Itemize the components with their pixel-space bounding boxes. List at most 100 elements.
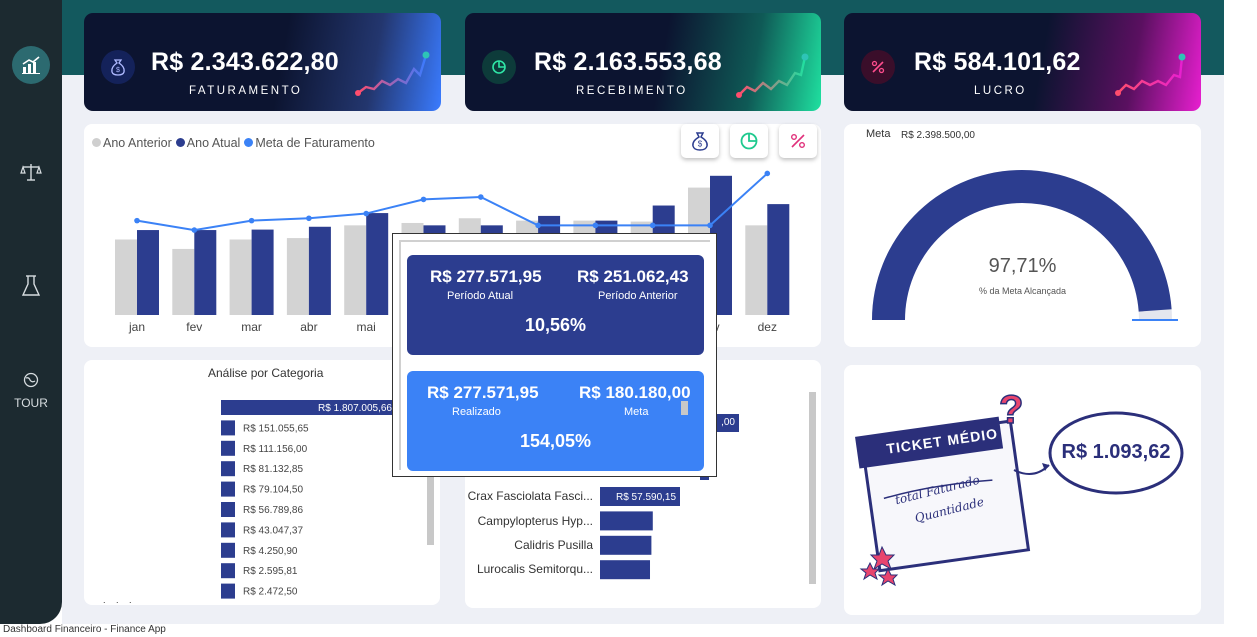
species-name: Lurocalis Semitorqu... <box>476 562 593 576</box>
ticket-card: ? TICKET MÉDIO total Faturado Quantidade… <box>844 365 1201 615</box>
category-bar <box>221 481 235 497</box>
category-bar <box>221 542 235 558</box>
gauge-card: Meta R$ 2.398.500,00 97,71% % da Meta Al… <box>844 124 1201 347</box>
tooltip-realized-label: Realizado <box>452 406 501 418</box>
tooltip-goal-box: R$ 277.571,95 Realizado R$ 180.180,00 Me… <box>407 371 704 471</box>
sparkline-icon <box>1115 53 1186 96</box>
tooltip-previous-label: Período Anterior <box>598 290 678 302</box>
ticket-value: R$ 1.093,62 <box>1061 441 1171 463</box>
bar-current-year <box>366 213 389 315</box>
meta-point <box>420 196 427 203</box>
category-bar <box>221 583 235 599</box>
x-tick-label: mar <box>241 320 262 334</box>
gauge-fill <box>872 169 1172 320</box>
kpi-value: R$ 584.101,62 <box>914 48 1081 76</box>
tooltip-current-label: Período Atual <box>447 290 514 302</box>
species-bar-label: R$ 57.590,15 <box>616 492 676 503</box>
tooltip-growth-percent: 10,56% <box>524 315 587 335</box>
meta-point <box>535 222 541 229</box>
nav-item-tour[interactable]: TOUR <box>0 372 62 410</box>
kpi-card-recebimento[interactable]: R$ 2.163.553,68 RECEBIMENTO <box>465 13 821 111</box>
percent-icon <box>861 50 895 84</box>
category-bar-label: R$ 2.595,81 <box>243 566 298 577</box>
x-tick-label: abr <box>300 320 317 334</box>
category-bar <box>221 420 235 436</box>
bar-current-year <box>308 226 331 315</box>
nav-item-lab[interactable] <box>0 274 62 298</box>
category-bar <box>221 502 235 517</box>
meta-point <box>134 217 140 224</box>
category-bar-label: R$ 1.807.005,66 <box>318 403 392 414</box>
tooltip-scrollbar[interactable] <box>681 401 688 415</box>
category-label-clipped: . . . <box>103 595 136 605</box>
category-bar-label: R$ 151.055,65 <box>243 423 309 434</box>
x-tick-label: fev <box>186 320 202 334</box>
comparison-tooltip: R$ 277.571,95 Período Atual R$ 251.062,4… <box>392 233 717 477</box>
sidebar: TOUR <box>0 0 62 624</box>
kpi-label: LUCRO <box>974 85 1027 97</box>
meta-point <box>592 222 599 229</box>
tooltip-goal-label: Meta <box>624 406 649 418</box>
bar-previous-year <box>172 248 195 315</box>
bar-previous-year <box>745 225 768 315</box>
meta-point <box>649 222 656 229</box>
flask-icon <box>21 275 41 296</box>
nav-item-dashboard[interactable] <box>0 46 62 84</box>
scale-icon <box>20 164 42 181</box>
globe-icon <box>23 372 39 388</box>
category-bar-label: R$ 56.789,86 <box>243 505 303 516</box>
kpi-value: R$ 2.163.553,68 <box>534 48 722 76</box>
meta-point <box>363 210 370 217</box>
meta-point <box>306 215 312 222</box>
meta-point <box>707 222 713 229</box>
bar-current-year <box>137 230 159 315</box>
gauge-caption: % da Meta Alcançada <box>978 286 1067 296</box>
tooltip-period-box: R$ 277.571,95 Período Atual R$ 251.062,4… <box>407 255 704 355</box>
category-bar-label: R$ 79.104,50 <box>243 485 303 496</box>
ticket-illustration: ? <box>855 387 1184 587</box>
tooltip-goal-value: R$ 180.180,00 <box>579 383 691 402</box>
pie-chart-icon <box>482 50 516 84</box>
category-bar-label: R$ 2.472,50 <box>243 587 298 598</box>
species-name: Calidris Pusilla <box>514 538 593 552</box>
tour-label: TOUR <box>14 396 48 410</box>
money-bag-icon: $ <box>101 50 135 84</box>
bar-previous-year <box>229 239 252 315</box>
category-bar-label: R$ 81.132,85 <box>243 464 303 475</box>
bar-current-year <box>251 229 274 315</box>
species-name: Crax Fasciolata Fasci... <box>467 489 593 503</box>
nav-item-balance[interactable] <box>0 162 62 182</box>
tooltip-previous-value: R$ 251.062,43 <box>577 267 689 286</box>
category-bar-chart: R$ 1.807.005,66 R$ 151.055,65 R$ 111.156,0… <box>221 400 395 599</box>
tooltip-goal-percent: 154,05% <box>519 431 592 451</box>
category-bar-label: R$ 111.156,00 <box>243 444 308 455</box>
category-bar <box>221 440 235 456</box>
category-bar <box>221 563 235 579</box>
meta-point <box>764 170 771 177</box>
meta-point <box>191 227 198 233</box>
species-scrollbar[interactable] <box>809 392 816 584</box>
species-bar <box>600 535 652 555</box>
x-tick-label: dez <box>758 320 777 334</box>
meta-point <box>478 194 484 200</box>
category-bar-label: R$ 43.047,37 <box>243 525 303 536</box>
kpi-card-faturamento[interactable]: $ R$ 2.343.622,80 FATURAMENTO <box>84 13 441 111</box>
category-bar <box>221 522 235 538</box>
category-bar-label: R$ 4.250,90 <box>243 546 298 557</box>
gauge-percent: 97,71% <box>988 255 1057 277</box>
x-tick-label: jan <box>128 320 145 334</box>
tooltip-current-value: R$ 277.571,95 <box>430 267 542 286</box>
bar-current-year <box>194 230 217 315</box>
sparkline-icon <box>355 51 430 96</box>
species-bar <box>600 511 653 531</box>
svg-text:$: $ <box>116 67 120 74</box>
kpi-card-lucro[interactable]: R$ 584.101,62 LUCRO <box>844 13 1201 111</box>
kpi-value: R$ 2.343.622,80 <box>151 48 339 76</box>
status-bar: Dashboard Financeiro - Finance App <box>0 624 1257 637</box>
species-bar <box>600 560 651 580</box>
bar-previous-year <box>344 225 367 315</box>
kpi-label: RECEBIMENTO <box>576 85 688 97</box>
chart-icon <box>12 46 50 84</box>
meta-point <box>248 217 255 224</box>
bar-previous-year <box>286 238 309 315</box>
